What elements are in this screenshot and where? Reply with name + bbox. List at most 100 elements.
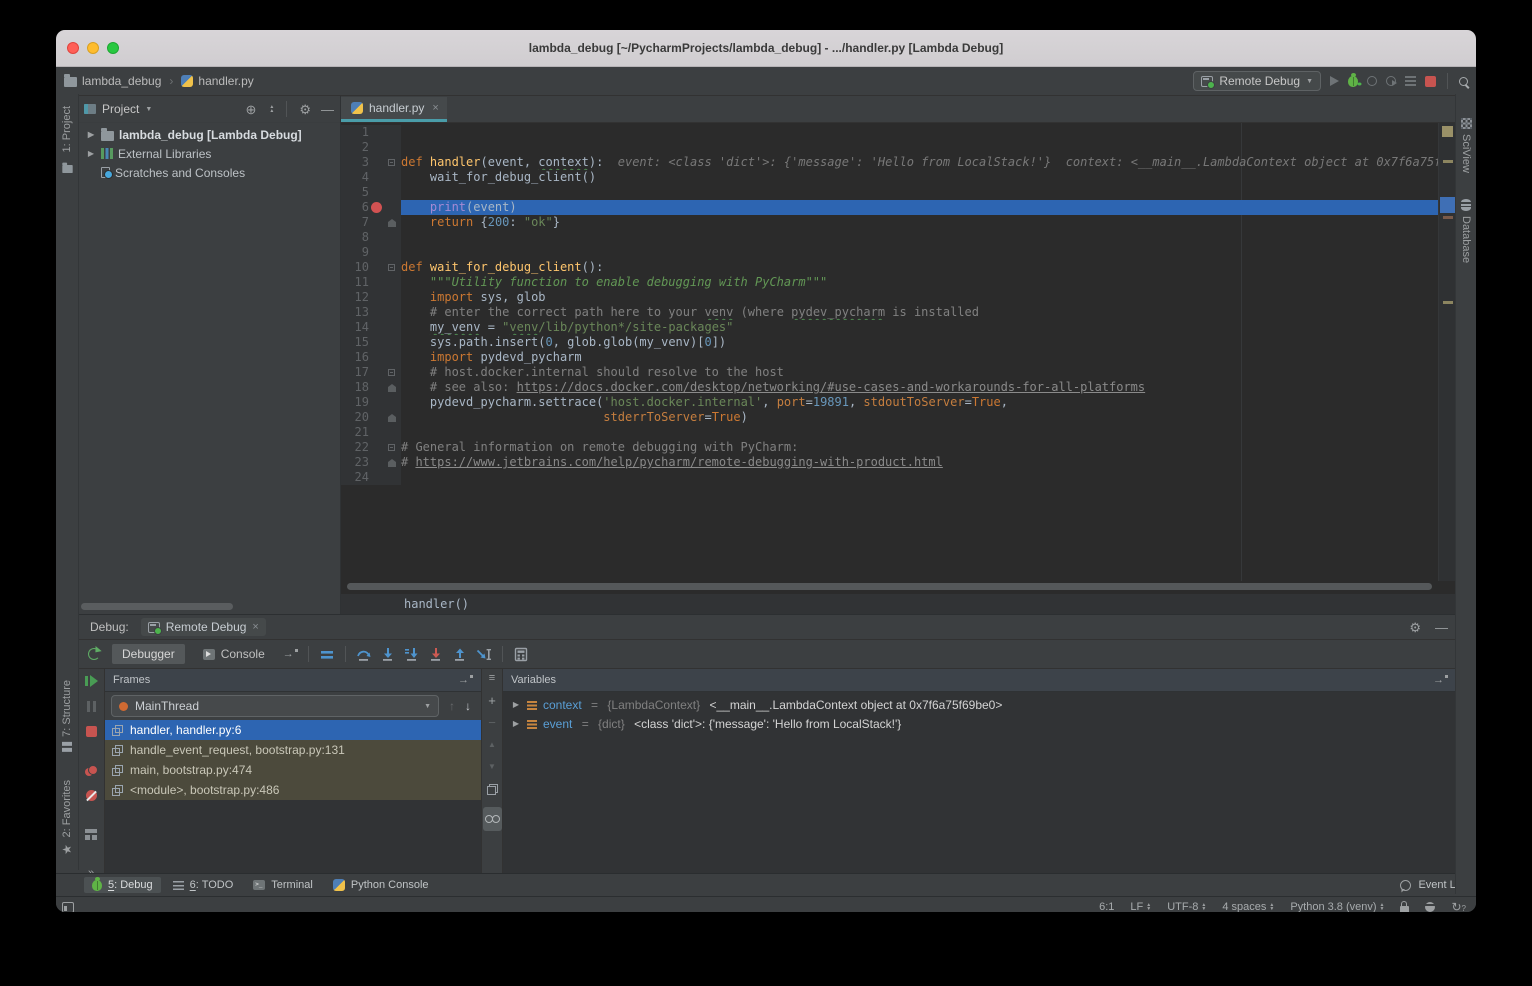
indent-select[interactable]: 4 spaces▲▼ [1222,901,1274,912]
expander-icon[interactable]: ▶ [86,130,96,139]
tool-stripe-structure[interactable]: 7: Structure [61,680,73,752]
fold-end-icon[interactable] [388,459,396,467]
interpreter-select[interactable]: Python 3.8 (venv)▲▼ [1290,901,1384,912]
fold-start-icon[interactable] [388,444,395,451]
code-line[interactable]: 13 # enter the correct path here to your… [341,305,1456,320]
code-line[interactable]: 2 [341,140,1456,155]
frame-row-3[interactable]: <module>, bootstrap.py:486 [105,780,481,800]
code-line[interactable]: 16 import pydevd_pycharm [341,350,1456,365]
bottom-tab-0[interactable]: 5: Debug [84,877,161,893]
layout-menu-icon[interactable]: ≡ [489,673,495,684]
code-line[interactable]: 21 [341,425,1456,440]
frame-row-0[interactable]: handler, handler.py:6 [105,720,481,740]
line-separator-select[interactable]: LF▲▼ [1130,901,1151,912]
code-line[interactable]: 18 # see also: https://docs.docker.com/d… [341,380,1456,395]
breakpoint-icon[interactable] [371,202,382,213]
current-function-label[interactable]: handler() [404,597,469,611]
code-line[interactable]: 20 stderrToServer=True) [341,410,1456,425]
stop-icon[interactable] [86,726,97,737]
encoding-select[interactable]: UTF-8▲▼ [1167,901,1206,912]
show-watches-toggle[interactable] [483,807,502,831]
tool-window-toggle-icon[interactable] [62,902,74,913]
evaluate-expression-icon[interactable] [513,647,529,662]
breadcrumb-project[interactable]: lambda_debug [82,74,161,88]
pin-icon[interactable]: → [458,675,473,686]
locate-file-icon[interactable]: ⊕ [245,103,256,116]
tool-stripe-project[interactable]: 1: Project [61,106,73,152]
step-over-icon[interactable] [356,647,372,662]
thread-select[interactable]: MainThread ▼ [111,695,439,717]
new-watch-icon[interactable]: + [488,696,496,706]
code-line[interactable]: 22# General information on remote debugg… [341,440,1456,455]
view-breakpoints-icon[interactable] [85,765,98,776]
mute-breakpoints-icon[interactable] [86,790,97,801]
expander-icon[interactable]: ▶ [511,719,521,728]
remove-watch-icon[interactable]: − [488,718,496,728]
collapse-all-icon[interactable]: ▲▲ [269,105,274,113]
gear-icon[interactable]: ⚙ [1409,621,1421,634]
caret-position[interactable]: 6:1 [1099,901,1114,912]
code-line[interactable]: 8 [341,230,1456,245]
next-frame-icon[interactable]: ↓ [465,699,471,713]
code-line[interactable]: 24 [341,470,1456,485]
tab-console[interactable]: Console [193,644,275,664]
breadcrumb-file[interactable]: handler.py [198,74,253,88]
search-everywhere-icon[interactable] [1459,77,1468,86]
project-panel-title[interactable]: Project [102,102,139,116]
rerun-icon[interactable] [88,648,100,660]
code-line[interactable]: 19 pydevd_pycharm.settrace('host.docker.… [341,395,1456,410]
frame-row-2[interactable]: main, bootstrap.py:474 [105,760,481,780]
resume-icon[interactable] [85,675,98,687]
code-line[interactable]: 9 [341,245,1456,260]
bottom-tab-2[interactable]: Terminal [245,877,321,893]
code-line[interactable]: 5 [341,185,1456,200]
show-execution-point-icon[interactable] [319,647,335,662]
editor-hscrollbar[interactable] [341,581,1456,593]
force-step-into-icon[interactable] [404,647,420,662]
project-tree-item-0[interactable]: ▶lambda_debug [Lambda Debug] [78,125,340,144]
restore-layout-icon[interactable] [85,829,97,840]
previous-frame-icon[interactable]: ↑ [449,699,455,713]
stop-button[interactable] [1425,76,1436,87]
profiler-button[interactable] [1386,76,1396,86]
debug-button[interactable] [1348,76,1358,87]
code-line[interactable]: 3def handler(event, context): event: <cl… [341,155,1456,170]
move-down-icon[interactable]: ▼ [488,762,496,772]
code-line[interactable]: 6 print(event) [341,200,1456,215]
code-line[interactable]: 4 wait_for_debug_client() [341,170,1456,185]
close-session-icon[interactable]: × [252,621,258,633]
expander-icon[interactable]: ▶ [511,700,521,709]
frame-row-1[interactable]: handle_event_request, bootstrap.py:131 [105,740,481,760]
duplicate-watch-icon[interactable] [487,784,498,795]
fold-end-icon[interactable] [388,414,396,422]
bottom-tab-1[interactable]: 6: TODO [165,877,242,893]
hide-panel-icon[interactable]: — [1435,621,1448,634]
chevron-down-icon[interactable]: ▼ [145,106,152,113]
code-line[interactable]: 1 [341,125,1456,140]
project-tree-item-2[interactable]: Scratches and Consoles [78,163,340,182]
pin-tab-icon[interactable]: → [283,649,298,660]
code-line[interactable]: 11 """Utility function to enable debuggi… [341,275,1456,290]
hide-panel-icon[interactable]: — [321,103,334,116]
code-line[interactable]: 23# https://www.jetbrains.com/help/pycha… [341,455,1456,470]
editor-tab-handler-py[interactable]: handler.py × [341,97,447,122]
pause-icon[interactable] [87,701,96,712]
code-line[interactable]: 17 # host.docker.internal should resolve… [341,365,1456,380]
variable-row-1[interactable]: ▶event = {dict} <class 'dict'>: {'messag… [503,714,1456,733]
expander-icon[interactable]: ▶ [86,149,96,158]
project-hscrollbar[interactable] [81,603,233,610]
debug-session-tab[interactable]: Remote Debug × [141,618,266,636]
dumb-mode-icon[interactable] [1425,902,1435,912]
tool-stripe-database[interactable]: Database [1460,199,1472,263]
code-line[interactable]: 15 sys.path.insert(0, glob.glob(my_venv)… [341,335,1456,350]
fold-end-icon[interactable] [388,219,396,227]
pin-icon[interactable]: → [1433,675,1448,686]
run-configuration-select[interactable]: Remote Debug ▼ [1193,71,1321,91]
fold-end-icon[interactable] [388,384,396,392]
error-stripe[interactable] [1438,123,1456,581]
run-button[interactable] [1330,76,1339,86]
bottom-tab-3[interactable]: Python Console [325,877,437,893]
scrollbar-thumb[interactable] [347,583,1432,590]
move-up-icon[interactable]: ▲ [488,740,496,750]
code-line[interactable]: 10def wait_for_debug_client(): [341,260,1456,275]
